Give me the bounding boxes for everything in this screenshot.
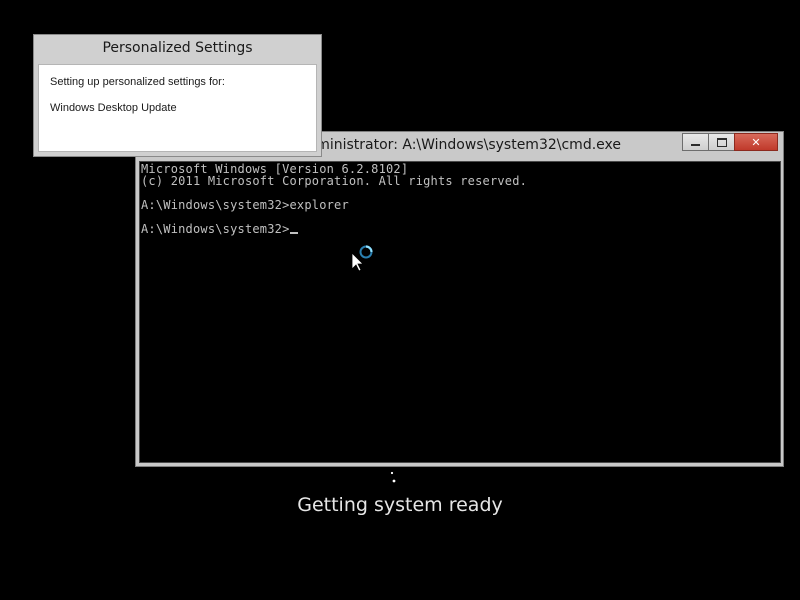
busy-pointer-icon: [351, 245, 373, 272]
desktop-screen: Administrator: A:\Windows\system32\cmd.e…: [0, 0, 800, 600]
console-prompt-line[interactable]: A:\Windows\system32>: [141, 223, 527, 235]
console-line-text: (c) 2011 Microsoft Corporation. All righ…: [141, 174, 528, 188]
text-cursor: [289, 232, 298, 234]
personalized-settings-dialog: Personalized Settings Setting up persona…: [33, 34, 322, 157]
minimize-button[interactable]: [682, 133, 708, 151]
dialog-title: Personalized Settings: [102, 40, 253, 56]
dialog-body: Setting up personalized settings for: Wi…: [38, 64, 317, 152]
dialog-message: Setting up personalized settings for:: [50, 76, 225, 88]
maximize-button[interactable]: [708, 133, 734, 151]
console-output[interactable]: Microsoft Windows [Version 6.2.8102] (c)…: [139, 161, 781, 463]
status-message: Getting system ready: [297, 494, 503, 516]
close-icon: ✕: [751, 135, 761, 149]
loading-dots-icon: [390, 471, 396, 483]
minimize-icon: [691, 144, 700, 146]
window-controls: ✕: [682, 133, 778, 151]
console-line: A:\Windows\system32>explorer: [141, 199, 527, 211]
console-line-text: A:\Windows\system32>explorer: [141, 198, 349, 212]
dialog-item: Windows Desktop Update: [50, 102, 177, 114]
console-lines: Microsoft Windows [Version 6.2.8102] (c)…: [141, 163, 527, 235]
close-button[interactable]: ✕: [734, 133, 778, 151]
console-prompt: A:\Windows\system32>: [141, 222, 290, 236]
console-line: (c) 2011 Microsoft Corporation. All righ…: [141, 175, 527, 187]
cmd-window[interactable]: Administrator: A:\Windows\system32\cmd.e…: [135, 131, 784, 467]
maximize-icon: [716, 137, 727, 147]
